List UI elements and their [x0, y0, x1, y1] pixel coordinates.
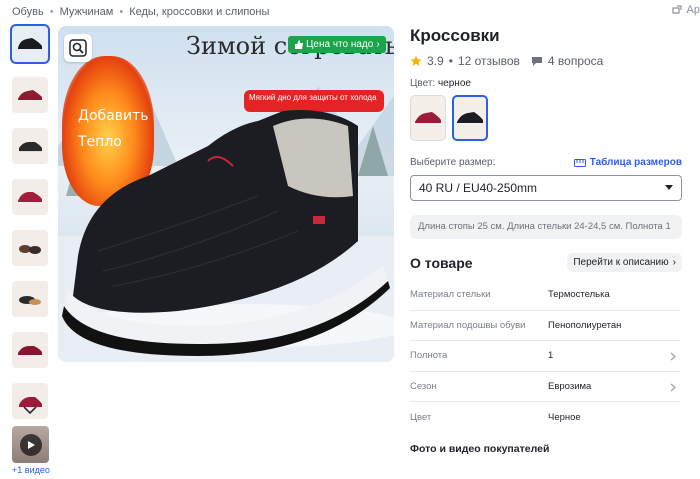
- size-row: Выберите размер: Таблица размеров: [410, 157, 682, 168]
- spec-row: Материал подошвы обуви Пенополиуретан: [410, 311, 680, 341]
- spec-value: Черное: [548, 411, 581, 423]
- size-table-link[interactable]: Таблица размеров: [573, 157, 682, 168]
- color-swatch-red[interactable]: [410, 95, 446, 141]
- video-thumbnail[interactable]: [12, 426, 49, 463]
- ruler-icon: [573, 158, 586, 167]
- share-label: Ар: [686, 4, 700, 16]
- breadcrumb-item[interactable]: Кеды, кроссовки и слипоны: [129, 6, 269, 18]
- goto-description-button[interactable]: Перейти к описанию ›: [567, 253, 682, 272]
- share-icon: [671, 5, 682, 14]
- questions-icon: [531, 57, 542, 66]
- thumbnail-2[interactable]: [12, 77, 48, 113]
- color-label: Цвет: черное: [410, 78, 471, 89]
- thumbnail-3[interactable]: [12, 128, 48, 164]
- thumbnail-5[interactable]: [12, 230, 48, 266]
- spec-value: 1: [548, 350, 554, 362]
- size-select-value: 40 RU / EU40-250mm: [419, 181, 538, 195]
- thumbnail-4[interactable]: [12, 179, 48, 215]
- chevron-right-icon: ›: [672, 257, 676, 268]
- about-header: О товаре Перейти к описанию ›: [410, 253, 682, 272]
- rating-separator: •: [448, 54, 453, 68]
- dropdown-arrow-icon: [665, 185, 673, 190]
- customer-media-title: Фото и видео покупателей: [410, 442, 550, 455]
- rating-value: 3.9: [427, 54, 444, 68]
- breadcrumb-item[interactable]: Мужчинам: [60, 6, 114, 18]
- breadcrumb: Обувь • Мужчинам • Кеды, кроссовки и сли…: [12, 6, 269, 18]
- breadcrumb-item[interactable]: Обувь: [12, 6, 44, 18]
- spec-key: Полнота: [410, 350, 448, 362]
- chevron-down-icon[interactable]: [22, 404, 38, 416]
- share-button[interactable]: Ар: [671, 4, 700, 16]
- spec-value: Еврозима: [548, 380, 592, 392]
- spec-value: Пенополиуретан: [548, 319, 622, 331]
- questions-link[interactable]: 4 вопроса: [548, 54, 603, 68]
- chevron-right-icon: [670, 383, 676, 391]
- thumbnail-6[interactable]: [12, 281, 48, 317]
- breadcrumb-separator: •: [119, 6, 124, 18]
- thumbnail-7[interactable]: [12, 332, 48, 368]
- spec-key: Сезон: [410, 380, 437, 392]
- main-product-image[interactable]: Добавить Тепло Зимой согревать Цена что …: [58, 26, 394, 362]
- color-swatches: [410, 95, 682, 141]
- size-hint: Длина стопы 25 см. Длина стельки 24-24,5…: [410, 215, 682, 239]
- specs-table: Материал стельки Термостелька Материал по…: [410, 280, 680, 433]
- chevron-right-icon: [670, 352, 676, 361]
- spec-row: Цвет Черное: [410, 402, 680, 433]
- rating-row: 3.9 • 12 отзывов 4 вопроса: [410, 54, 682, 68]
- color-swatch-black[interactable]: [452, 95, 488, 141]
- spec-row[interactable]: Сезон Еврозима: [410, 372, 680, 402]
- spec-key: Материал подошвы обуви: [410, 319, 526, 331]
- about-title: О товаре: [410, 254, 473, 271]
- color-value: черное: [437, 78, 471, 89]
- spec-key: Цвет: [410, 411, 432, 423]
- spec-value: Термостелька: [548, 289, 610, 301]
- breadcrumb-separator: •: [49, 6, 54, 18]
- spec-key: Материал стельки: [410, 289, 491, 301]
- star-icon: [410, 55, 422, 66]
- spec-row: Материал стельки Термостелька: [410, 280, 680, 311]
- thumbnail-1[interactable]: [10, 24, 50, 64]
- product-title: Кроссовки: [410, 26, 500, 45]
- video-count-label[interactable]: +1 видео: [12, 465, 50, 475]
- thumbnail-strip: [10, 24, 50, 434]
- product-info-panel: Кроссовки 3.9 • 12 отзывов 4 вопроса Цве…: [410, 26, 682, 455]
- shoe-illustration: [62, 110, 390, 356]
- reviews-link[interactable]: 12 отзывов: [458, 54, 520, 68]
- size-label: Выберите размер:: [410, 157, 496, 168]
- play-icon: [19, 433, 42, 456]
- spec-row[interactable]: Полнота 1: [410, 341, 680, 372]
- size-select[interactable]: 40 RU / EU40-250mm: [410, 175, 682, 201]
